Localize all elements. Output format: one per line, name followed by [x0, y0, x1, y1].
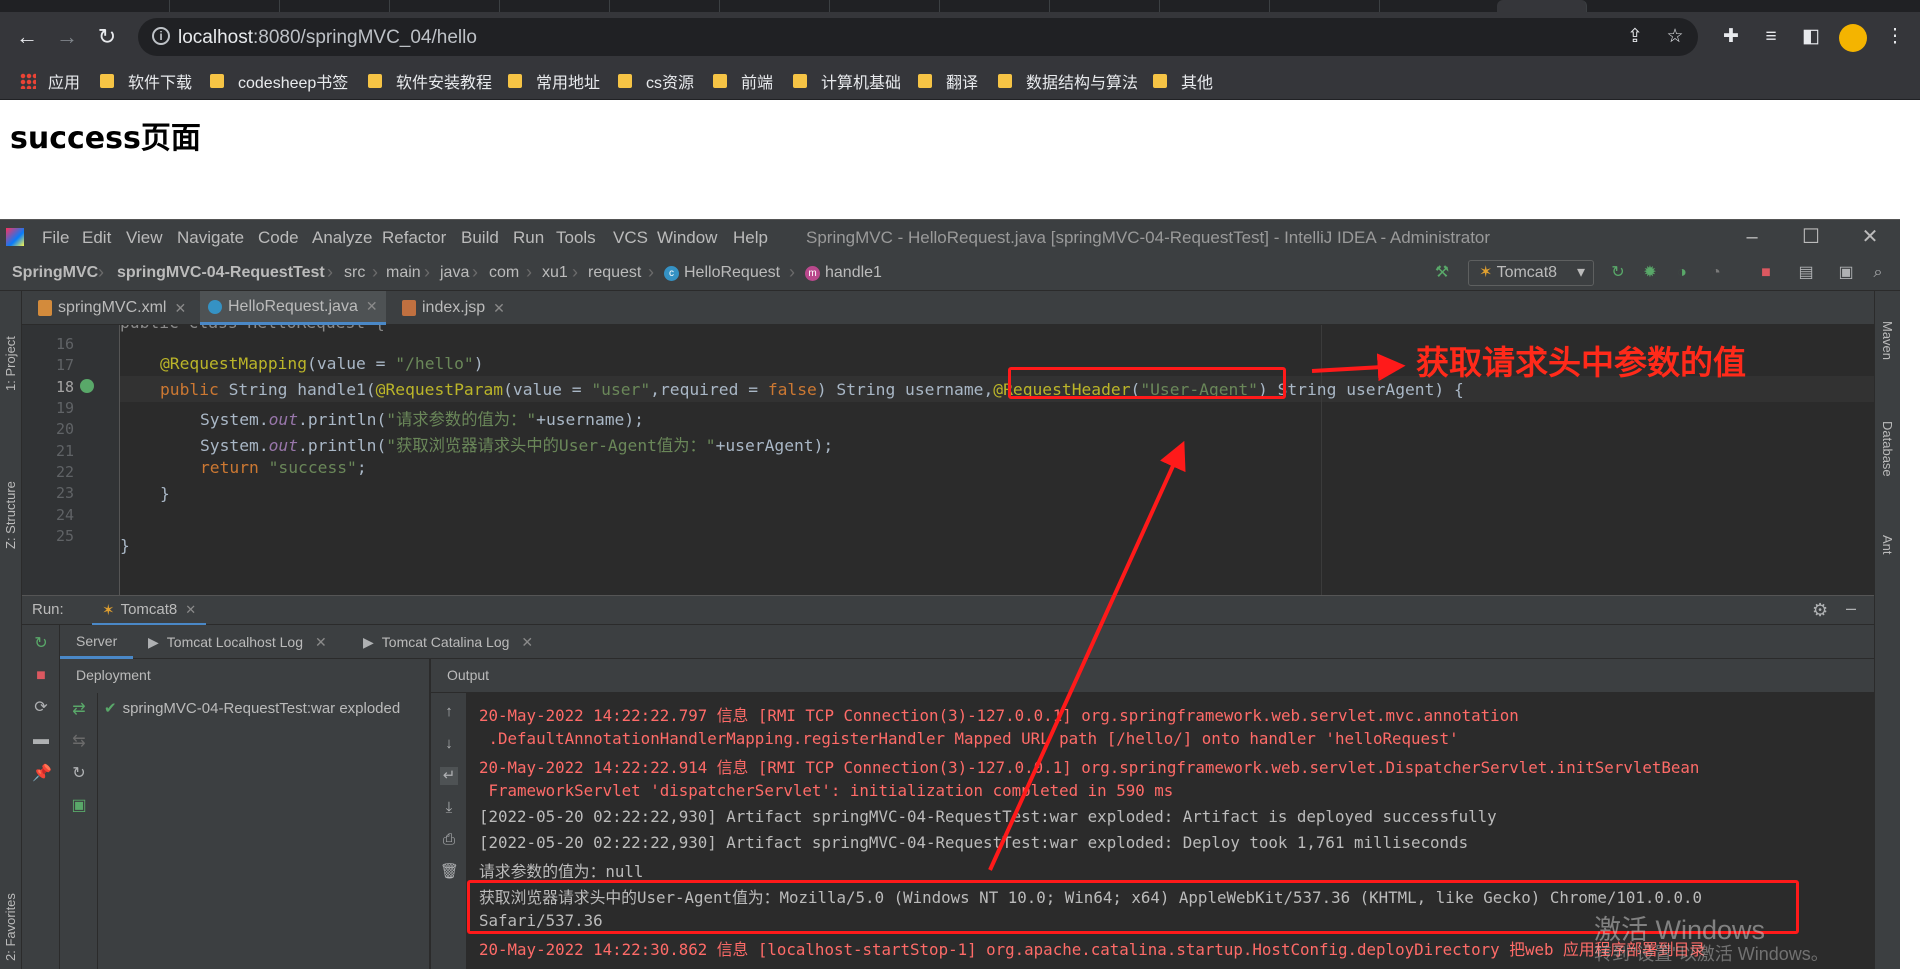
annotation-label: 获取请求头中参数的值 [1416, 343, 1746, 382]
activation-watermark-subtitle: 转到"设置"以激活 Windows。 [1594, 944, 1829, 964]
annotation-arrow-to-label [1311, 353, 1406, 382]
annotation-arrow-output-to-code [988, 440, 1186, 871]
annotation-arrows [988, 353, 1406, 871]
